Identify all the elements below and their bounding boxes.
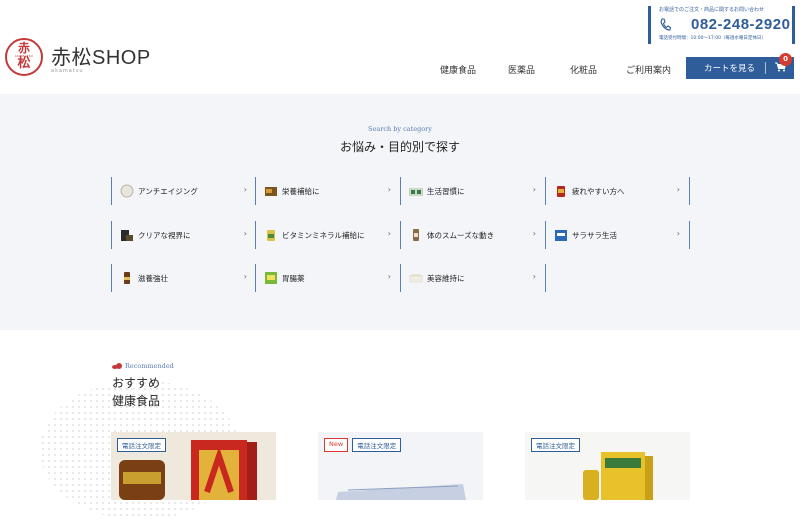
- chevron-right-icon: ›: [532, 229, 536, 238]
- recommended-title-line1: おすすめ: [112, 376, 161, 390]
- category-section: Search by category お悩み・目的別で探す アンチエイジング ›…: [0, 94, 800, 330]
- blue-box-icon: [554, 228, 568, 242]
- category-label: アンチエイジング: [138, 186, 198, 196]
- tonic-bottle-icon: [120, 271, 134, 285]
- cart-count-badge: 0: [779, 53, 792, 66]
- category-anti-aging[interactable]: アンチエイジング ›: [111, 177, 256, 205]
- category-label: ビタミンミネラル補給に: [282, 230, 365, 240]
- capsule-icon: [120, 184, 134, 198]
- green-box-icon: [264, 271, 278, 285]
- nav-guide[interactable]: ご利用案内: [626, 63, 671, 76]
- phone-number[interactable]: 082-248-2920: [691, 16, 790, 33]
- category-label: 栄養補給に: [282, 186, 320, 196]
- nav-health-food[interactable]: 健康食品: [440, 63, 476, 76]
- cart-divider: [765, 62, 767, 74]
- site-logo[interactable]: 赤 AKAMATSU 松 赤松SHOP akamatsu: [5, 38, 151, 76]
- category-nutrition[interactable]: 栄養補給に ›: [255, 177, 400, 205]
- category-label: 生活習慣に: [427, 186, 465, 196]
- vitamin-bottle-icon: [264, 228, 278, 242]
- view-cart-button[interactable]: カートを見る: [686, 57, 794, 79]
- phone-hours: 電話受付時間：10:00〜17:00（毎週水曜日定休日）: [659, 36, 766, 41]
- chevron-right-icon: ›: [387, 229, 391, 238]
- nav-cosmetics[interactable]: 化粧品: [570, 63, 597, 76]
- category-fatigue[interactable]: 疲れやすい方へ ›: [545, 177, 690, 205]
- cart-button-label: カートを見る: [704, 64, 756, 74]
- category-label: サラサラ生活: [572, 230, 617, 240]
- category-vitamin-mineral[interactable]: ビタミンミネラル補給に ›: [255, 221, 400, 249]
- category-beauty[interactable]: 美容維持に ›: [400, 264, 545, 292]
- chevron-right-icon: ›: [532, 272, 536, 281]
- red-bottle-icon: [554, 184, 568, 198]
- phone-order-only-badge: 電話注文限定: [352, 438, 402, 452]
- supplement-box-icon: [264, 184, 278, 198]
- nav-medicine[interactable]: 医薬品: [508, 63, 535, 76]
- product-card[interactable]: 電話注文限定: [525, 432, 690, 512]
- chevron-right-icon: ›: [243, 229, 247, 238]
- product-card[interactable]: 電話注文限定: [111, 432, 276, 512]
- category-label: 胃腸薬: [282, 273, 305, 283]
- category-label: 疲れやすい方へ: [572, 186, 625, 196]
- phone-order-only-badge: 電話注文限定: [531, 438, 580, 452]
- category-lifestyle[interactable]: 生活習慣に ›: [400, 177, 545, 205]
- cream-jar-icon: [409, 271, 423, 285]
- category-label: 滋養強壮: [138, 273, 168, 283]
- category-clear-vision[interactable]: クリアな視界に ›: [111, 221, 256, 249]
- category-stomach[interactable]: 胃腸薬 ›: [255, 264, 400, 292]
- bottle-icon: [409, 228, 423, 242]
- category-smooth-blood[interactable]: サラサラ生活 ›: [545, 221, 690, 249]
- new-badge: New: [324, 438, 349, 452]
- chevron-right-icon: ›: [243, 185, 247, 194]
- chevron-right-icon: ›: [243, 272, 247, 281]
- recommended-title-line2: 健康食品: [112, 394, 161, 408]
- red-cloud-icon: [112, 363, 122, 369]
- category-label: クリアな視界に: [138, 230, 191, 240]
- recommended-subtitle: Recommended: [125, 362, 174, 370]
- category-label: 美容維持に: [427, 273, 465, 283]
- chevron-right-icon: ›: [532, 185, 536, 194]
- logo-emblem-bottom: 松: [17, 56, 31, 71]
- phone-order-only-badge: 電話注文限定: [117, 438, 166, 452]
- category-label: 体のスムーズな動き: [427, 230, 495, 240]
- phone-note: お電話でのご注文・商品に関するお問い合わせ: [659, 7, 765, 13]
- site-header: 赤 AKAMATSU 松 赤松SHOP akamatsu お電話でのご注文・商品…: [0, 0, 800, 94]
- chevron-right-icon: ›: [387, 185, 391, 194]
- product-box-icon: [409, 184, 423, 198]
- phone-icon: [659, 17, 673, 32]
- category-subtitle: Search by category: [368, 125, 432, 133]
- category-divider: [545, 264, 546, 292]
- chevron-right-icon: ›: [676, 229, 680, 238]
- logo-emblem: 赤 AKAMATSU 松: [5, 38, 43, 76]
- chevron-right-icon: ›: [387, 272, 391, 281]
- logo-title: 赤松SHOP: [51, 46, 151, 69]
- phone-contact: お電話でのご注文・商品に関するお問い合わせ 082-248-2920 電話受付時…: [648, 6, 795, 44]
- product-card[interactable]: New 電話注文限定: [318, 432, 483, 512]
- logo-emblem-top: 赤: [17, 41, 30, 55]
- category-tonic[interactable]: 滋養強壮 ›: [111, 264, 256, 292]
- category-smooth-movement[interactable]: 体のスムーズな動き ›: [400, 221, 545, 249]
- recommended-header: Recommended おすすめ 健康食品: [112, 362, 174, 410]
- dark-box-icon: [120, 228, 134, 242]
- chevron-right-icon: ›: [676, 185, 680, 194]
- category-title: お悩み・目的別で探す: [339, 140, 460, 154]
